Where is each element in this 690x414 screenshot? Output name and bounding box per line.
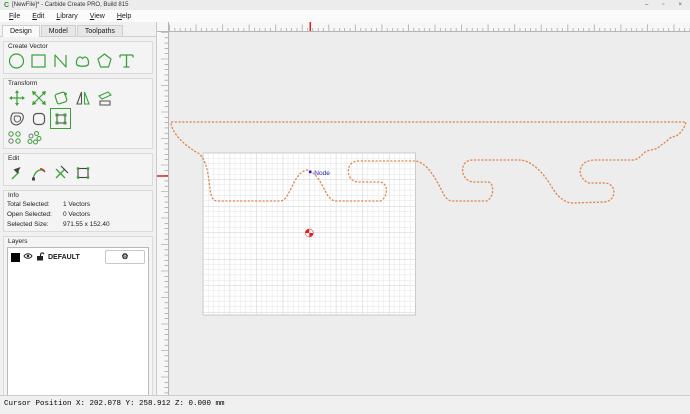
node-edit-icon[interactable] [29, 163, 48, 182]
linear-array-icon[interactable] [7, 130, 23, 145]
minimize-icon[interactable]: – [645, 2, 648, 8]
layers-group: Layers DEFAULT ⚙ [3, 236, 153, 409]
mirror-icon[interactable] [73, 88, 92, 107]
align-icon[interactable] [51, 109, 70, 128]
menu-view[interactable]: View [84, 12, 111, 21]
info-group: Info Total Selected: 1 Vectors Open Sele… [3, 190, 153, 232]
info-open-selected: Open Selected: 0 Vectors [7, 211, 149, 218]
layers-list: DEFAULT ⚙ [7, 247, 149, 405]
title-bar: C [NewFile]* - Carbide Create PRO, Build… [0, 0, 690, 10]
curve-tool-icon[interactable] [73, 51, 92, 70]
cursor-position-readout: Cursor Position X: 202.078 Y: 258.912 Z:… [4, 400, 225, 408]
select-icon[interactable] [7, 163, 26, 182]
tab-toolpaths[interactable]: Toolpaths [77, 25, 123, 36]
layer-color-swatch[interactable] [11, 253, 20, 262]
gear-icon[interactable]: ⚙ [105, 250, 145, 264]
layer-row-default[interactable]: DEFAULT ⚙ [8, 248, 148, 266]
canvas-area[interactable]: Node [157, 22, 690, 395]
app-logo-icon: C [4, 2, 9, 9]
app-window: C [NewFile]* - Carbide Create PRO, Build… [0, 0, 690, 414]
create-vector-label: Create Vector [8, 43, 48, 50]
rectangle-tool-icon[interactable] [29, 51, 48, 70]
info-selected-size-value: 971.55 x 152.40 [63, 221, 110, 228]
close-icon[interactable]: × [678, 2, 682, 8]
info-selected-size: Selected Size: 971.55 x 152.40 [7, 221, 149, 228]
boolean-icon[interactable] [73, 163, 92, 182]
drawing-surface[interactable]: Node [169, 32, 690, 395]
window-title: [NewFile]* - Carbide Create PRO, Build 8… [12, 2, 128, 8]
tab-design[interactable]: Design [2, 25, 40, 37]
menu-library[interactable]: Library [50, 12, 83, 21]
maximize-icon[interactable]: ▫ [662, 2, 664, 8]
menu-help[interactable]: Help [111, 12, 137, 21]
layers-label: Layers [8, 238, 28, 245]
rotate-icon[interactable] [51, 88, 70, 107]
trim-icon[interactable] [51, 163, 70, 182]
scale-icon[interactable] [29, 88, 48, 107]
unlock-icon[interactable] [36, 252, 45, 263]
text-tool-icon[interactable] [117, 51, 136, 70]
ruler-corner [157, 22, 169, 32]
round-rect-icon[interactable] [29, 109, 48, 128]
status-bar: Cursor Position X: 202.078 Y: 258.912 Z:… [0, 395, 690, 414]
transform-group: Transform [3, 78, 153, 149]
sidebar: Design Model Toolpaths Create Vector [0, 22, 157, 395]
tab-model[interactable]: Model [41, 25, 76, 36]
transform-label: Transform [8, 80, 37, 87]
eye-icon[interactable] [23, 252, 33, 262]
skew-icon[interactable] [95, 88, 114, 107]
top-ruler [169, 22, 690, 32]
edit-label: Edit [8, 155, 19, 162]
origin-marker [305, 229, 313, 237]
layer-name: DEFAULT [48, 254, 80, 261]
offset-icon[interactable] [7, 109, 26, 128]
info-label: Info [8, 192, 19, 199]
node-tooltip: Node [314, 170, 330, 177]
info-open-selected-value: 0 Vectors [63, 211, 90, 218]
circle-tool-icon[interactable] [7, 51, 26, 70]
polygon-tool-icon[interactable] [95, 51, 114, 70]
circular-array-icon[interactable] [26, 130, 42, 145]
edit-group: Edit [3, 153, 153, 186]
menu-edit[interactable]: Edit [26, 12, 50, 21]
create-vector-group: Create Vector [3, 41, 153, 74]
info-total-selected: Total Selected: 1 Vectors [7, 201, 149, 208]
move-icon[interactable] [7, 88, 26, 107]
left-ruler [157, 32, 169, 395]
polyline-tool-icon[interactable] [51, 51, 70, 70]
menu-file[interactable]: File [3, 12, 26, 21]
info-total-selected-value: 1 Vectors [63, 201, 90, 208]
tab-bar: Design Model Toolpaths [0, 22, 156, 37]
